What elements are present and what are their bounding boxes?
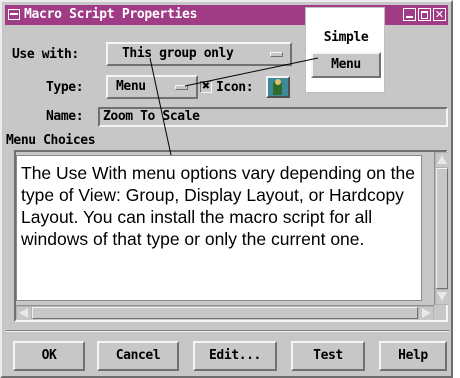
ok-button[interactable]: OK	[13, 341, 85, 371]
cancel-button[interactable]: Cancel	[97, 341, 179, 371]
help-button[interactable]: Help	[379, 341, 447, 371]
cancel-button-label: Cancel	[115, 348, 161, 363]
vertical-scrollbar[interactable]	[434, 152, 448, 305]
menu-choices-label: Menu Choices	[6, 133, 96, 148]
horizontal-scrollbar[interactable]	[16, 305, 434, 319]
ok-button-label: OK	[41, 348, 57, 363]
edit-button[interactable]: Edit...	[193, 341, 277, 371]
option-menu-indicator-icon	[270, 52, 283, 57]
scroll-up-arrow-icon[interactable]	[436, 153, 448, 167]
test-button-label: Test	[313, 348, 343, 363]
person-head-icon	[275, 79, 281, 85]
dropdown-option-menu[interactable]: Menu	[311, 52, 381, 78]
test-button[interactable]: Test	[291, 341, 365, 371]
horizontal-scroll-thumb[interactable]	[32, 307, 418, 319]
scroll-down-arrow-icon[interactable]	[436, 290, 448, 304]
window-menu-icon[interactable]	[8, 9, 20, 20]
type-option-menu[interactable]: Menu	[106, 75, 198, 99]
name-input[interactable]: Zoom To Scale	[98, 107, 448, 127]
use-with-option-menu[interactable]: This group only	[106, 42, 292, 66]
option-menu-indicator-icon	[175, 85, 188, 90]
vertical-scroll-thumb[interactable]	[436, 168, 448, 289]
minimize-icon[interactable]	[403, 8, 416, 21]
edit-button-label: Edit...	[209, 348, 261, 363]
type-label: Type:	[46, 80, 84, 95]
window-title: Macro Script Properties	[24, 7, 198, 22]
button-row-separator	[6, 330, 449, 332]
name-label: Name:	[46, 109, 84, 124]
scroll-left-arrow-icon[interactable]	[17, 307, 31, 319]
use-with-label: Use with:	[12, 47, 79, 62]
scroll-right-arrow-icon[interactable]	[419, 307, 433, 319]
close-icon[interactable]: ✕	[433, 8, 446, 21]
help-button-label: Help	[398, 348, 428, 363]
maximize-icon[interactable]	[418, 8, 431, 21]
use-with-value: This group only	[122, 46, 234, 61]
type-dropdown-popup: Simple Menu	[305, 7, 385, 93]
icon-checkbox[interactable]: ✖	[200, 81, 212, 93]
icon-picker-button[interactable]	[266, 76, 290, 98]
annotation-text: The Use With menu options vary depending…	[21, 163, 415, 249]
dropdown-option-simple[interactable]: Simple	[311, 28, 381, 52]
type-value: Menu	[116, 79, 146, 94]
icon-label: Icon:	[216, 80, 254, 95]
